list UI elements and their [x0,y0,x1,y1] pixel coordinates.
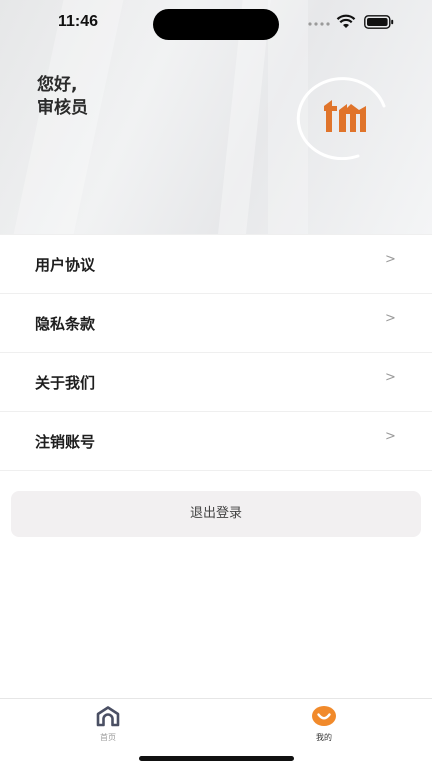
menu-item-label: 隐私条款 [35,315,96,333]
chevron-right-icon: > [385,311,396,326]
greeting: 您好, 审核员 [37,74,88,120]
logout-button[interactable]: 退出登录 [11,491,421,537]
menu-item-label: 关于我们 [35,374,96,392]
home-icon [96,706,120,727]
tab-home[interactable]: 首页 [78,705,138,743]
tab-label: 首页 [100,733,116,742]
status-bar: 11:46 [0,0,432,48]
battery-icon [364,15,394,29]
signal-icon [308,22,330,26]
profile-header: 11:46 您好, 审核员 [0,0,432,234]
menu-item-about-us[interactable]: 关于我们 > [0,352,432,411]
wifi-icon [336,14,356,28]
tab-me[interactable]: 我的 [294,705,354,743]
menu-item-label: 注销账号 [35,433,96,451]
chevron-right-icon: > [385,252,396,267]
chevron-right-icon: > [385,429,396,444]
menu-item-delete-account[interactable]: 注销账号 > [0,411,432,470]
tm-logo-icon[interactable] [322,98,368,134]
user-role: 审核员 [37,98,88,118]
menu-item-privacy-terms[interactable]: 隐私条款 > [0,293,432,352]
status-time: 11:46 [58,13,99,30]
smile-icon [312,706,336,726]
tab-label: 我的 [316,733,332,742]
greeting-hello: 您好, [37,75,78,95]
menu-divider [0,470,432,471]
menu-item-user-agreement[interactable]: 用户协议 > [0,234,432,293]
settings-menu: 用户协议 > 隐私条款 > 关于我们 > 注销账号 > [0,234,432,470]
dynamic-island [153,9,279,40]
menu-item-label: 用户协议 [35,256,96,274]
home-indicator [139,756,294,761]
chevron-right-icon: > [385,370,396,385]
